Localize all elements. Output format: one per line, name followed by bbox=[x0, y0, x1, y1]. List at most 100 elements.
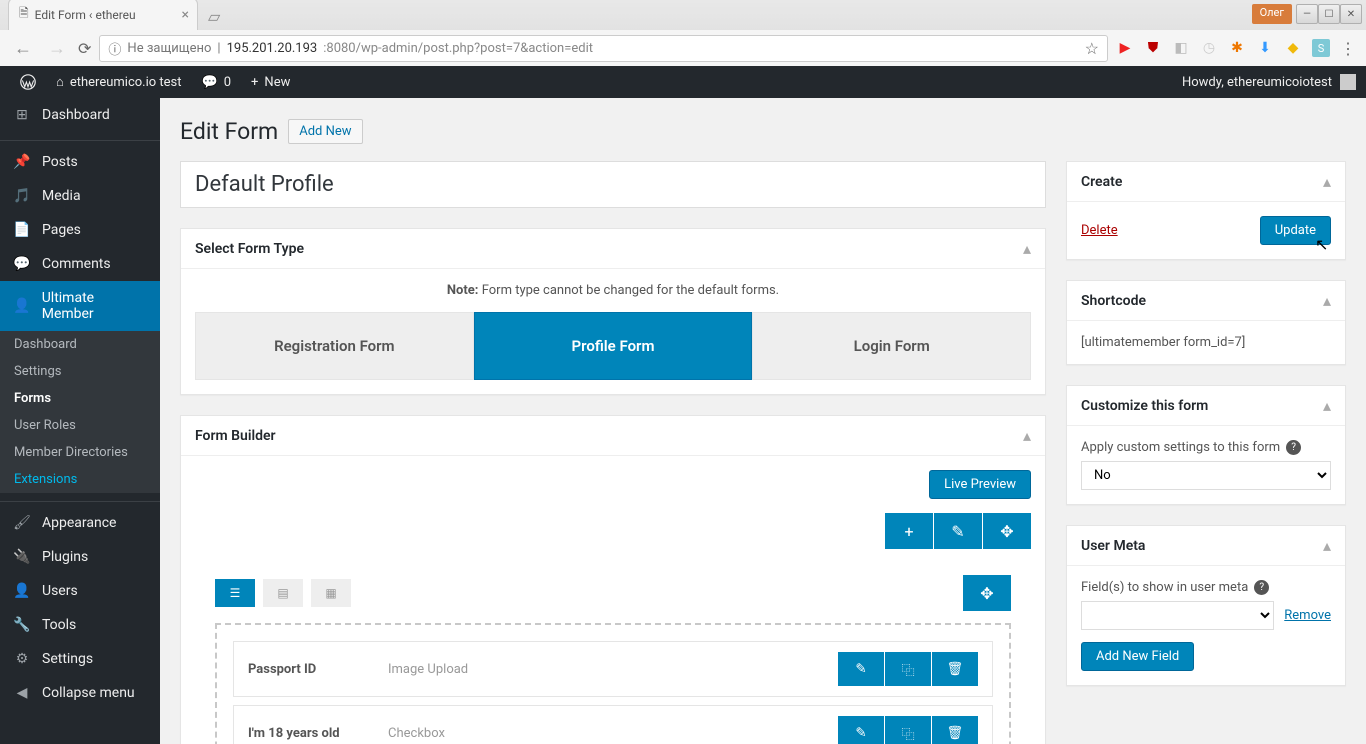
chevron-up-icon[interactable]: ▴ bbox=[1323, 396, 1331, 415]
home-icon: ⌂ bbox=[56, 74, 64, 90]
sidebar-item-tools[interactable]: 🔧Tools bbox=[0, 608, 160, 642]
update-button[interactable]: Update bbox=[1260, 216, 1331, 245]
chevron-up-icon[interactable]: ▴ bbox=[1023, 239, 1031, 258]
sidebar-item-posts[interactable]: 📌Posts bbox=[0, 145, 160, 179]
ext-icon-5[interactable]: ✱ bbox=[1228, 39, 1246, 57]
sidebar-item-comments[interactable]: 💬Comments bbox=[0, 247, 160, 281]
form-type-registration[interactable]: Registration Form bbox=[195, 312, 474, 380]
avatar[interactable] bbox=[1340, 74, 1356, 90]
duplicate-field-button[interactable]: ⿻ bbox=[885, 652, 931, 686]
browser-toolbar: ← → ⟳ ⓘ Не защищено | 195.201.20.193:808… bbox=[0, 30, 1366, 66]
chevron-up-icon[interactable]: ▴ bbox=[1323, 291, 1331, 310]
select-form-type-box: Select Form Type ▴ Note: Form type canno… bbox=[180, 228, 1046, 395]
collapse-icon: ◀ bbox=[12, 685, 32, 701]
customize-box: Customize this form ▴ Apply custom setti… bbox=[1066, 385, 1346, 505]
submenu-item-settings[interactable]: Settings bbox=[0, 358, 160, 385]
delete-field-button[interactable]: 🗑 bbox=[932, 652, 978, 686]
back-button[interactable]: ← bbox=[10, 34, 36, 63]
url-path: :8080/wp-admin/post.php?post=7&action=ed… bbox=[323, 41, 593, 56]
sidebar-item-appearance[interactable]: 🖌Appearance bbox=[0, 506, 160, 540]
sidebar-submenu: Dashboard Settings Forms User Roles Memb… bbox=[0, 331, 160, 493]
ext-icon-7[interactable]: ◆ bbox=[1284, 39, 1302, 57]
chevron-up-icon[interactable]: ▴ bbox=[1323, 536, 1331, 555]
delete-field-button[interactable]: 🗑 bbox=[932, 716, 978, 744]
sidebar-item-dashboard[interactable]: ⊞Dashboard bbox=[0, 98, 160, 132]
media-icon: 🎵 bbox=[12, 188, 32, 204]
ext-icon-1[interactable]: ▶ bbox=[1116, 39, 1134, 57]
ext-icon-8[interactable]: S bbox=[1312, 39, 1330, 57]
forward-button[interactable]: → bbox=[44, 34, 70, 63]
create-box: Create ▴ Delete Update bbox=[1066, 161, 1346, 260]
layout-2col-button[interactable]: ▤ bbox=[263, 579, 303, 607]
ext-icon-4[interactable]: ◷ bbox=[1200, 39, 1218, 57]
edit-field-button[interactable]: ✎ bbox=[838, 652, 884, 686]
box-header: Create bbox=[1081, 174, 1122, 190]
comment-icon: 💬 bbox=[202, 75, 218, 90]
chevron-up-icon[interactable]: ▴ bbox=[1023, 426, 1031, 445]
browser-menu-button[interactable]: ⋮ bbox=[1340, 39, 1356, 58]
close-icon[interactable]: × bbox=[182, 7, 189, 23]
address-bar[interactable]: ⓘ Не защищено | 195.201.20.193:8080/wp-a… bbox=[99, 35, 1108, 62]
chevron-up-icon[interactable]: ▴ bbox=[1323, 172, 1331, 191]
field-row[interactable]: Passport ID Image Upload ✎ ⿻ 🗑 bbox=[233, 641, 993, 697]
form-type-login[interactable]: Login Form bbox=[752, 312, 1031, 380]
box-header: Select Form Type bbox=[195, 241, 304, 257]
submenu-item-user-roles[interactable]: User Roles bbox=[0, 412, 160, 439]
duplicate-field-button[interactable]: ⿻ bbox=[885, 716, 931, 744]
box-header: User Meta bbox=[1081, 538, 1145, 554]
comments-link[interactable]: 💬 0 bbox=[192, 75, 242, 90]
submenu-item-extensions[interactable]: Extensions bbox=[0, 466, 160, 493]
move-column-button[interactable]: ✥ bbox=[963, 575, 1011, 611]
move-row-button[interactable]: ✥ bbox=[983, 513, 1031, 549]
submenu-item-dashboard[interactable]: Dashboard bbox=[0, 331, 160, 358]
form-type-profile[interactable]: Profile Form bbox=[474, 312, 753, 380]
sidebar-item-collapse[interactable]: ◀Collapse menu bbox=[0, 676, 160, 710]
sidebar-item-plugins[interactable]: 🔌Plugins bbox=[0, 540, 160, 574]
new-content-link[interactable]: + New bbox=[241, 75, 300, 90]
customize-select[interactable]: No bbox=[1081, 461, 1331, 490]
edit-row-button[interactable]: ✎ bbox=[934, 513, 982, 549]
add-row-button[interactable]: + bbox=[885, 513, 933, 549]
edit-field-button[interactable]: ✎ bbox=[838, 716, 884, 744]
ext-icon-2[interactable]: ⛊ bbox=[1144, 39, 1162, 57]
delete-link[interactable]: Delete bbox=[1081, 223, 1118, 238]
layout-1col-button[interactable]: ☰ bbox=[215, 579, 255, 607]
sidebar-item-users[interactable]: 👤Users bbox=[0, 574, 160, 608]
ext-icon-6[interactable]: ⬇ bbox=[1256, 39, 1274, 57]
submenu-item-forms[interactable]: Forms bbox=[0, 385, 160, 412]
ext-icon-3[interactable]: ◧ bbox=[1172, 39, 1190, 57]
fields-dropzone[interactable]: Passport ID Image Upload ✎ ⿻ 🗑 bbox=[215, 623, 1011, 744]
howdy-text[interactable]: Howdy, ethereumicoiotest bbox=[1182, 75, 1332, 90]
layout-3col-button[interactable]: ▦ bbox=[311, 579, 351, 607]
minimize-button[interactable]: — bbox=[1296, 4, 1318, 24]
submenu-item-member-directories[interactable]: Member Directories bbox=[0, 439, 160, 466]
sidebar-item-ultimate-member[interactable]: 👤Ultimate Member bbox=[0, 281, 160, 331]
form-type-note: Note: Form type cannot be changed for th… bbox=[195, 283, 1031, 298]
remove-link[interactable]: Remove bbox=[1284, 608, 1331, 623]
add-new-button[interactable]: Add New bbox=[288, 119, 362, 144]
help-icon[interactable]: ? bbox=[1254, 580, 1269, 595]
bookmark-star-icon[interactable]: ☆ bbox=[1085, 39, 1099, 58]
add-new-field-button[interactable]: Add New Field bbox=[1081, 642, 1194, 671]
sidebar-item-pages[interactable]: 📄Pages bbox=[0, 213, 160, 247]
browser-tab[interactable]: 🗎 Edit Form ‹ ethereu × bbox=[8, 0, 198, 30]
help-icon[interactable]: ? bbox=[1286, 440, 1301, 455]
form-title-input[interactable] bbox=[180, 161, 1046, 208]
live-preview-button[interactable]: Live Preview bbox=[929, 470, 1031, 499]
wp-logo-icon[interactable] bbox=[10, 74, 46, 90]
usermeta-select[interactable] bbox=[1081, 601, 1274, 630]
sidebar-item-media[interactable]: 🎵Media bbox=[0, 179, 160, 213]
browser-profile-badge[interactable]: Олег bbox=[1252, 4, 1292, 24]
wp-admin-bar: ⌂ ethereumico.io test 💬 0 + New Howdy, e… bbox=[0, 66, 1366, 98]
info-icon[interactable]: ⓘ bbox=[108, 39, 121, 58]
field-row[interactable]: I'm 18 years old Checkbox ✎ ⿻ 🗑 bbox=[233, 705, 993, 744]
sidebar-item-settings[interactable]: ⚙Settings bbox=[0, 642, 160, 676]
close-window-button[interactable]: ✕ bbox=[1340, 4, 1362, 24]
new-tab-button[interactable]: ▱ bbox=[198, 3, 230, 30]
box-header: Customize this form bbox=[1081, 398, 1208, 414]
move-icon: ✥ bbox=[980, 584, 993, 603]
plus-icon: + bbox=[904, 522, 913, 541]
reload-button[interactable]: ⟳ bbox=[78, 39, 91, 58]
maximize-button[interactable]: ☐ bbox=[1318, 4, 1340, 24]
site-link[interactable]: ⌂ ethereumico.io test bbox=[46, 74, 192, 90]
